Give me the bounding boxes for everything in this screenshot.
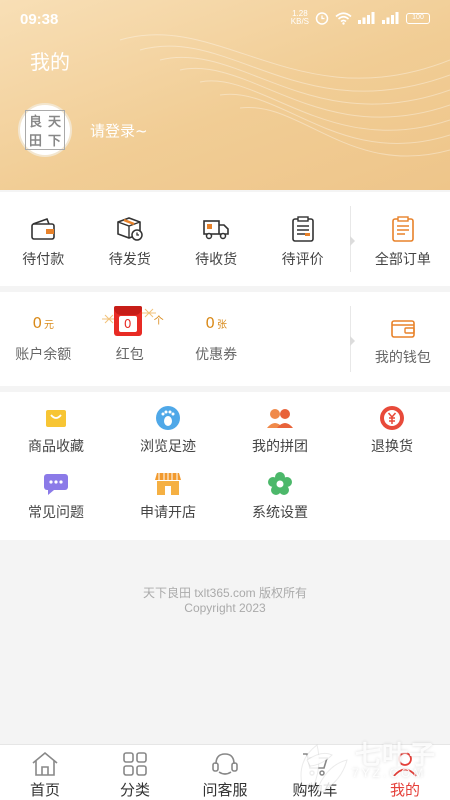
status-time: 09:38 (20, 11, 59, 28)
copyright-line-2: Copyright 2023 (184, 601, 266, 615)
tab-category[interactable]: 分类 (90, 745, 180, 800)
tool-open-shop[interactable]: 申请开店 (112, 470, 224, 536)
coupons-value: 0 (205, 314, 215, 332)
tool-refund[interactable]: 退换货 (336, 404, 448, 470)
tool-faq[interactable]: 常见问题 (0, 470, 112, 536)
signal-icon (358, 12, 375, 24)
my-wallet[interactable]: 我的钱包 (356, 292, 450, 386)
order-pending-shipment[interactable]: 待发货 (86, 192, 172, 286)
sparkle-right-icon (141, 308, 156, 318)
status-bar: 09:38 1.28 KB/S 100 (0, 0, 450, 38)
balance-unit: 元 (44, 320, 54, 331)
tool-favorites[interactable]: 商品收藏 (0, 404, 112, 470)
tab-customer-service[interactable]: 问客服 (180, 745, 270, 800)
tools-section: 商品收藏 浏览足迹 我的拼团 退换货 常见问题 申请开店 系统设置 (0, 392, 450, 540)
network-speed: 1.28 KB/S (290, 9, 309, 26)
tool-footprints[interactable]: 浏览足迹 (112, 404, 224, 470)
wallet-icon (31, 217, 56, 240)
battery-icon: 100 (406, 12, 430, 24)
coupons-unit: 张 (216, 320, 227, 331)
tool-group-buy[interactable]: 我的拼团 (224, 404, 336, 470)
section-divider (346, 192, 356, 286)
login-link[interactable]: 请登录~ (90, 120, 148, 141)
page-title: 我的 (30, 50, 70, 74)
order-pending-payment[interactable]: 待付款 (0, 192, 86, 286)
red-packet[interactable]: 0 个 红包 (86, 292, 172, 386)
refund-icon (380, 406, 404, 430)
red-packet-icon: 0 个 (101, 306, 164, 336)
wifi-icon (335, 11, 352, 25)
wallet-card-icon (391, 320, 415, 338)
wallet-section: 0 元 账户余额 0 个 红包 0 张 优惠券 我的钱包 (0, 292, 450, 386)
account-balance[interactable]: 0 元 账户余额 (0, 292, 86, 386)
orders-list-icon (392, 216, 414, 242)
shop-icon (155, 473, 181, 495)
signal-icon-2 (382, 12, 399, 24)
coupons[interactable]: 0 张 优惠券 (173, 292, 259, 386)
box-clock-icon (116, 217, 143, 241)
status-icons: 1.28 KB/S 100 (291, 10, 430, 26)
category-grid-icon (123, 751, 147, 776)
red-packet-value: 0 (118, 316, 137, 332)
profile-header: 09:38 1.28 KB/S 100 我的 良 天 田 下 请登录~ (0, 0, 450, 190)
orders-section: 待付款 待发货 待收货 待评价 全部订单 (0, 192, 450, 286)
tab-home[interactable]: 首页 (0, 745, 90, 800)
home-icon (32, 751, 58, 776)
avatar[interactable]: 良 天 田 下 (18, 103, 72, 157)
settings-flower-icon (268, 472, 292, 495)
tool-settings[interactable]: 系统设置 (224, 470, 336, 536)
customer-service-icon (212, 752, 238, 775)
avatar-logo: 良 天 田 下 (25, 110, 65, 150)
truck-icon (203, 220, 229, 240)
group-buy-icon (267, 409, 293, 428)
alarm-clock-icon (315, 12, 329, 25)
all-orders[interactable]: 全部订单 (356, 192, 450, 286)
order-pending-receipt[interactable]: 待收货 (173, 192, 259, 286)
copyright-footer: 天下良田 txlt365.com 版权所有 Copyright 2023 (0, 586, 450, 616)
balance-value: 0 (32, 314, 42, 332)
copyright-line-1: 天下良田 txlt365.com 版权所有 (142, 586, 308, 600)
order-pending-review[interactable]: 待评价 (259, 192, 345, 286)
faq-chat-icon (44, 474, 68, 495)
clipboard-icon (291, 216, 314, 242)
watermark-subtext: 7YZ.COM (352, 766, 427, 780)
favorites-bag-icon (46, 410, 66, 427)
section-divider (346, 292, 356, 386)
footprint-icon (156, 406, 180, 430)
